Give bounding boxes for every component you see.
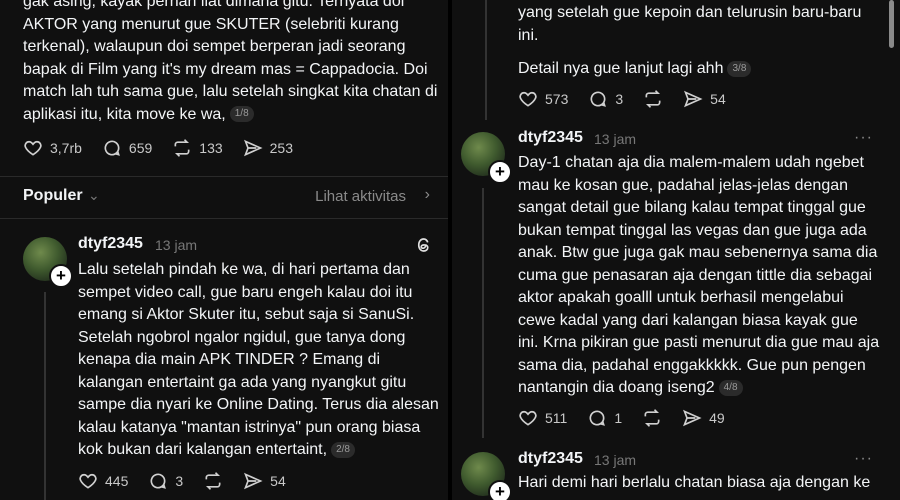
post-actions: 445 3 54 — [78, 471, 286, 491]
heart-icon — [519, 91, 537, 107]
share-count: 54 — [710, 91, 726, 107]
share-count: 54 — [270, 473, 286, 489]
like-count: 445 — [105, 473, 129, 489]
reply-icon — [589, 410, 606, 426]
username[interactable]: dtyf2345 — [518, 450, 583, 468]
repost-icon — [645, 90, 661, 108]
share-button[interactable]: 54 — [683, 89, 726, 109]
plus-icon[interactable]: + — [488, 480, 512, 500]
thread-counter-badge: 1/8 — [229, 106, 254, 123]
more-icon[interactable]: ··· — [854, 450, 873, 468]
username[interactable]: dtyf2345 — [78, 235, 143, 253]
share-count: 49 — [709, 410, 725, 426]
like-button[interactable]: 511 — [518, 408, 567, 428]
timestamp: 13 jam — [594, 452, 637, 468]
post-text: Detail nya gue lanjut lagi ahh 3/8 — [518, 58, 878, 81]
post-text: Hari demi hari berlalu chatan biasa aja … — [518, 474, 871, 491]
thread-counter-badge: 2/8 — [331, 441, 355, 458]
like-button[interactable]: 3,7rb — [23, 138, 82, 158]
thread-counter-badge: 3/8 — [727, 60, 752, 77]
repost-button[interactable] — [203, 471, 223, 491]
repost-icon — [644, 409, 660, 427]
repost-button[interactable] — [643, 89, 663, 109]
plus-icon[interactable]: + — [49, 264, 73, 288]
reply-count: 3 — [615, 91, 624, 107]
like-button[interactable]: 445 — [78, 471, 128, 491]
right-feed: yang setelah gue kepoin dan telurusin ba… — [452, 0, 900, 500]
repost-button[interactable]: 133 — [172, 138, 223, 158]
reply-icon — [104, 140, 120, 156]
post-text: Lalu setelah pindah ke wa, di hari perta… — [78, 261, 439, 458]
sort-dropdown[interactable]: Populer — [23, 187, 83, 205]
thread-line — [44, 292, 46, 500]
post-actions: 3,7rb 659 133 253 — [23, 138, 293, 158]
like-button[interactable]: 573 — [518, 89, 568, 109]
share-count: 253 — [269, 140, 293, 156]
repost-button[interactable] — [642, 408, 662, 428]
share-icon — [243, 139, 263, 157]
heart-icon — [79, 473, 97, 489]
repost-icon — [174, 139, 190, 157]
like-count: 511 — [545, 410, 568, 426]
share-icon — [684, 90, 703, 108]
heart-icon — [24, 140, 42, 156]
reply-button[interactable]: 659 — [102, 138, 152, 158]
share-button[interactable]: 49 — [682, 408, 725, 428]
divider — [0, 218, 448, 219]
chevron-down-icon: ⌄ — [88, 187, 100, 203]
threads-logo-icon — [417, 238, 429, 252]
share-button[interactable]: 253 — [243, 138, 293, 158]
post-text: yang setelah gue kepoin dan telurusin ba… — [518, 4, 862, 44]
thread-counter-badge: 4/8 — [718, 379, 743, 396]
like-count: 573 — [545, 91, 569, 107]
populer-bar: Populer ⌄ Lihat aktivitas › — [0, 183, 448, 211]
timestamp: 13 jam — [594, 131, 637, 147]
reply-button[interactable]: 3 — [148, 471, 183, 491]
plus-icon[interactable]: + — [488, 160, 512, 184]
reply-button[interactable]: 3 — [588, 89, 623, 109]
scrollbar[interactable] — [889, 0, 894, 48]
post-text: Day-1 chatan aja dia malem-malem udah ng… — [518, 154, 880, 396]
left-feed: gak asing, kayak pernah liat dimana gitu… — [0, 0, 448, 500]
share-icon — [244, 472, 263, 490]
reply-count: 659 — [128, 140, 153, 156]
share-button[interactable]: 54 — [243, 471, 286, 491]
view-activity-link[interactable]: Lihat aktivitas — [315, 188, 406, 205]
reply-button[interactable]: 1 — [587, 408, 622, 428]
share-icon — [683, 409, 702, 427]
reply-count: 1 — [614, 410, 623, 426]
post-text: gak asing, kayak pernah liat dimana gitu… — [23, 0, 438, 123]
post-actions: 573 3 54 — [518, 89, 726, 109]
reply-icon — [590, 91, 607, 107]
thread-line — [485, 0, 487, 120]
more-icon[interactable]: ··· — [854, 129, 873, 147]
reply-icon — [150, 473, 167, 489]
heart-icon — [519, 410, 537, 426]
reply-count: 3 — [175, 473, 184, 489]
username[interactable]: dtyf2345 — [518, 129, 583, 147]
repost-icon — [205, 472, 221, 490]
like-count: 3,7rb — [50, 140, 82, 156]
post-actions: 511 1 49 — [518, 408, 725, 428]
divider — [0, 176, 448, 177]
repost-count: 133 — [199, 140, 223, 156]
chevron-right-icon: › — [424, 186, 430, 203]
timestamp: 13 jam — [155, 237, 198, 253]
thread-line — [482, 188, 484, 438]
